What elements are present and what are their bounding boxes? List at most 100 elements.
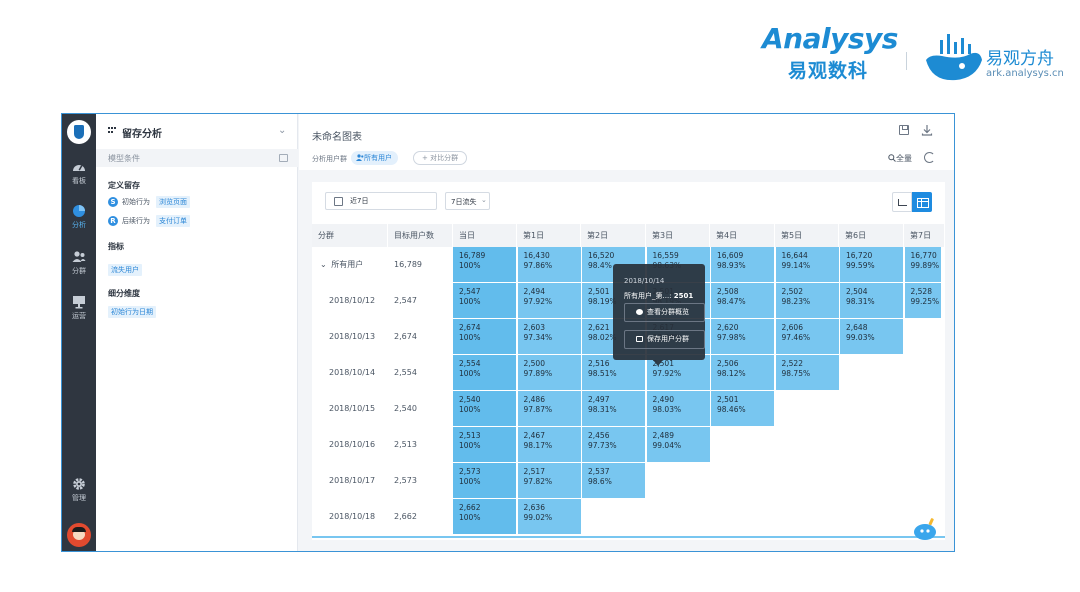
row-group-label: 2018/10/16 xyxy=(329,427,375,463)
retention-cell[interactable]: 2,501 98.46% xyxy=(711,391,775,427)
cell-rate: 100% xyxy=(459,513,481,522)
cell-count: 2,489 xyxy=(652,431,674,440)
retention-cell[interactable]: 2,636 99.02% xyxy=(517,499,582,535)
retention-cell[interactable]: 2,516 98.51% xyxy=(582,355,646,391)
rail-item-analysis[interactable]: 分析 xyxy=(62,204,96,244)
row-group-text: 2018/10/15 xyxy=(329,404,376,413)
rail-item-settings[interactable]: 管理 xyxy=(62,477,96,517)
retention-cell[interactable]: 2,662 100% xyxy=(453,499,517,535)
download-icon[interactable] xyxy=(921,124,933,136)
initial-behavior-chip[interactable]: 浏览页面 xyxy=(156,196,190,208)
save-icon[interactable] xyxy=(899,125,909,135)
breakdown-chip[interactable]: 初始行为日期 xyxy=(108,306,156,318)
rail-label: 运营 xyxy=(72,312,86,320)
cell-count: 2,674 xyxy=(459,323,481,332)
retention-cell[interactable]: 2,513 100% xyxy=(453,427,517,463)
retention-cell[interactable]: 2,547 100% xyxy=(453,283,517,319)
chevron-down-icon: ⌄ xyxy=(481,196,487,204)
assistant-icon[interactable] xyxy=(912,517,938,541)
group-expand-toggle[interactable]: ⌄ 所有用户 xyxy=(320,247,363,283)
cell-rate: 98.31% xyxy=(588,405,617,414)
retention-cell[interactable]: 2,486 97.87% xyxy=(517,391,582,427)
edit-icon[interactable] xyxy=(279,154,288,162)
app-logo-icon[interactable] xyxy=(67,120,91,144)
retention-cell[interactable]: 2,506 98.12% xyxy=(711,355,775,391)
chart-view-icon[interactable] xyxy=(892,192,912,212)
save-segment-label: 保存用户分群 xyxy=(647,335,689,343)
retention-cell[interactable]: 2,620 97.98% xyxy=(711,319,775,355)
retention-cell[interactable]: 2,517 97.82% xyxy=(517,463,582,499)
retention-cell[interactable]: 2,456 97.73% xyxy=(582,427,646,463)
retention-cell[interactable]: 16,430 97.86% xyxy=(517,247,582,283)
retention-cell[interactable]: 2,504 98.31% xyxy=(840,283,904,319)
retention-cell[interactable]: 2,494 97.92% xyxy=(517,283,582,319)
logo-cn-text: 易观数科 xyxy=(788,60,869,82)
avatar[interactable] xyxy=(67,523,91,547)
cell-count: 2,517 xyxy=(523,467,545,476)
cell-rate: 97.92% xyxy=(652,369,682,378)
fullscreen-button[interactable]: 全量 xyxy=(888,153,912,164)
retention-cell[interactable]: 2,648 99.03% xyxy=(840,319,904,355)
retention-cell[interactable]: 2,500 97.89% xyxy=(517,355,582,391)
dashboard-icon xyxy=(73,165,85,171)
retention-cell[interactable]: 16,789 100% xyxy=(453,247,517,283)
retention-cell[interactable]: 2,508 98.47% xyxy=(711,283,775,319)
retention-cell[interactable]: 16,609 98.93% xyxy=(711,247,775,283)
retention-cell[interactable]: 16,644 99.14% xyxy=(775,247,840,283)
loss-period-select[interactable]: 7日流失 ⌄ xyxy=(445,192,490,210)
retention-cell[interactable]: 2,489 99.04% xyxy=(646,427,711,463)
cell-rate: 99.59% xyxy=(846,261,875,270)
retention-cell[interactable]: 2,540 100% xyxy=(453,391,517,427)
cell-rate: 99.14% xyxy=(781,261,811,270)
rail-item-operations[interactable]: 运营 xyxy=(62,295,96,335)
retention-cell[interactable]: 2,537 98.6% xyxy=(582,463,646,499)
compare-segment-button[interactable]: + 对比分群 xyxy=(413,151,468,165)
tooltip-metric: 所有用户_第...: 2501 xyxy=(624,291,693,301)
rail-label: 管理 xyxy=(72,494,86,502)
chart-title[interactable]: 未命名图表 xyxy=(312,128,362,143)
cell-count: 2,456 xyxy=(588,431,610,440)
refresh-icon[interactable] xyxy=(924,152,935,163)
table-header-cell: 第7日 xyxy=(904,224,945,247)
config-panel: 留存分析 ⌄ 模型条件 定义留存 S 初始行为 浏览页面 R 后续行为 支付订单… xyxy=(96,114,298,551)
retention-cell[interactable]: 2,603 97.34% xyxy=(517,319,582,355)
retention-cell[interactable]: 2,573 100% xyxy=(453,463,517,499)
view-segment-button[interactable]: 查看分群概览 xyxy=(624,303,705,322)
chevron-down-icon[interactable]: ⌄ xyxy=(278,125,286,136)
retention-cell[interactable]: 2,497 98.31% xyxy=(582,391,646,427)
cell-count: 2,506 xyxy=(717,359,739,368)
cell-rate: 99.04% xyxy=(652,441,682,450)
retention-cell[interactable]: 2,528 99.25% xyxy=(904,283,942,319)
retention-cell[interactable]: 2,522 98.75% xyxy=(775,355,840,391)
panel-header[interactable]: 留存分析 ⌄ xyxy=(96,114,298,148)
return-behavior-chip[interactable]: 支付订单 xyxy=(156,215,190,227)
save-segment-button[interactable]: 保存用户分群 xyxy=(624,330,705,349)
user-group-chip[interactable]: 所有用户 xyxy=(351,151,398,165)
logo-en-text: Analysys xyxy=(762,22,898,55)
tooltip-metric-value: 2501 xyxy=(673,292,694,300)
row-group-label: 2018/10/12 xyxy=(329,283,375,319)
retention-cell[interactable]: 2,490 98.03% xyxy=(646,391,711,427)
retention-cell[interactable]: 2,502 98.23% xyxy=(775,283,840,319)
retention-cell[interactable]: 16,720 99.59% xyxy=(840,247,904,283)
cell-count: 2,513 xyxy=(459,431,481,440)
rail-item-dashboard[interactable]: 看板 xyxy=(62,160,96,200)
retention-cell[interactable]: 2,467 98.17% xyxy=(517,427,582,463)
cell-count: 2,636 xyxy=(523,503,545,512)
metric-chip[interactable]: 流失用户 xyxy=(108,264,142,276)
monitor-icon xyxy=(73,296,85,309)
rail-item-segments[interactable]: 分群 xyxy=(62,250,96,290)
date-range-picker[interactable]: 近7日 xyxy=(325,192,437,210)
row-group-text: 所有用户 xyxy=(331,260,364,269)
cell-rate: 97.82% xyxy=(523,477,553,486)
table-view-icon[interactable] xyxy=(912,192,932,212)
table-row: 2018/10/18 2,662 2,662 100% 2,636 99.02% xyxy=(312,499,945,535)
retention-cell[interactable]: 2,674 100% xyxy=(453,319,517,355)
cell-rate: 98.17% xyxy=(523,441,553,450)
retention-cell[interactable]: 2,554 100% xyxy=(453,355,517,391)
table-header-cell: 第6日 xyxy=(839,224,904,247)
retention-cell[interactable]: 16,770 99.89% xyxy=(904,247,942,283)
retention-cell[interactable]: 2,606 97.46% xyxy=(775,319,840,355)
table-header-cell: 分群 xyxy=(312,224,388,247)
rail-label: 分群 xyxy=(72,267,86,275)
